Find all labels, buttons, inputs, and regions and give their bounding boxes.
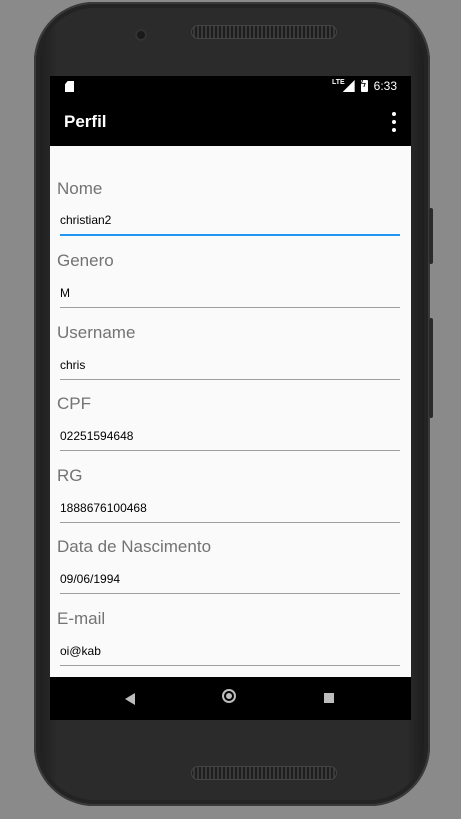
field-label: Genero <box>57 251 114 270</box>
screen: LTE 6:33 Perfil Nome Genero Username CPF… <box>50 76 411 720</box>
field-label: Username <box>57 323 136 342</box>
field-label: E-mail <box>57 609 106 628</box>
email-input[interactable] <box>60 640 400 666</box>
field-label: Data de Nascimento <box>57 537 212 556</box>
power-button <box>429 318 433 418</box>
username-input[interactable] <box>60 354 400 380</box>
battery-charging-icon <box>360 79 368 92</box>
bottom-speaker <box>191 766 337 780</box>
recents-icon[interactable] <box>324 693 334 703</box>
field-label: RG <box>57 466 83 485</box>
genero-input[interactable] <box>60 282 400 308</box>
lte-label: LTE <box>331 78 345 86</box>
volume-button <box>429 208 433 264</box>
front-camera <box>135 29 147 41</box>
home-icon[interactable] <box>222 689 236 703</box>
app-toolbar: Perfil <box>50 98 411 146</box>
field-label: Nome <box>57 179 103 198</box>
status-time: 6:33 <box>373 79 397 93</box>
status-bar: LTE 6:33 <box>50 76 411 98</box>
field-label: CPF <box>57 394 91 413</box>
page-title: Perfil <box>64 112 107 131</box>
back-icon[interactable] <box>125 693 135 705</box>
data-nascimento-input[interactable] <box>60 568 400 594</box>
overflow-menu-icon[interactable] <box>389 112 399 132</box>
nome-input[interactable] <box>60 210 400 236</box>
top-speaker <box>191 25 337 39</box>
rg-input[interactable] <box>60 497 400 523</box>
sd-card-icon <box>65 81 74 92</box>
navigation-bar <box>50 677 411 720</box>
cpf-input[interactable] <box>60 425 400 451</box>
